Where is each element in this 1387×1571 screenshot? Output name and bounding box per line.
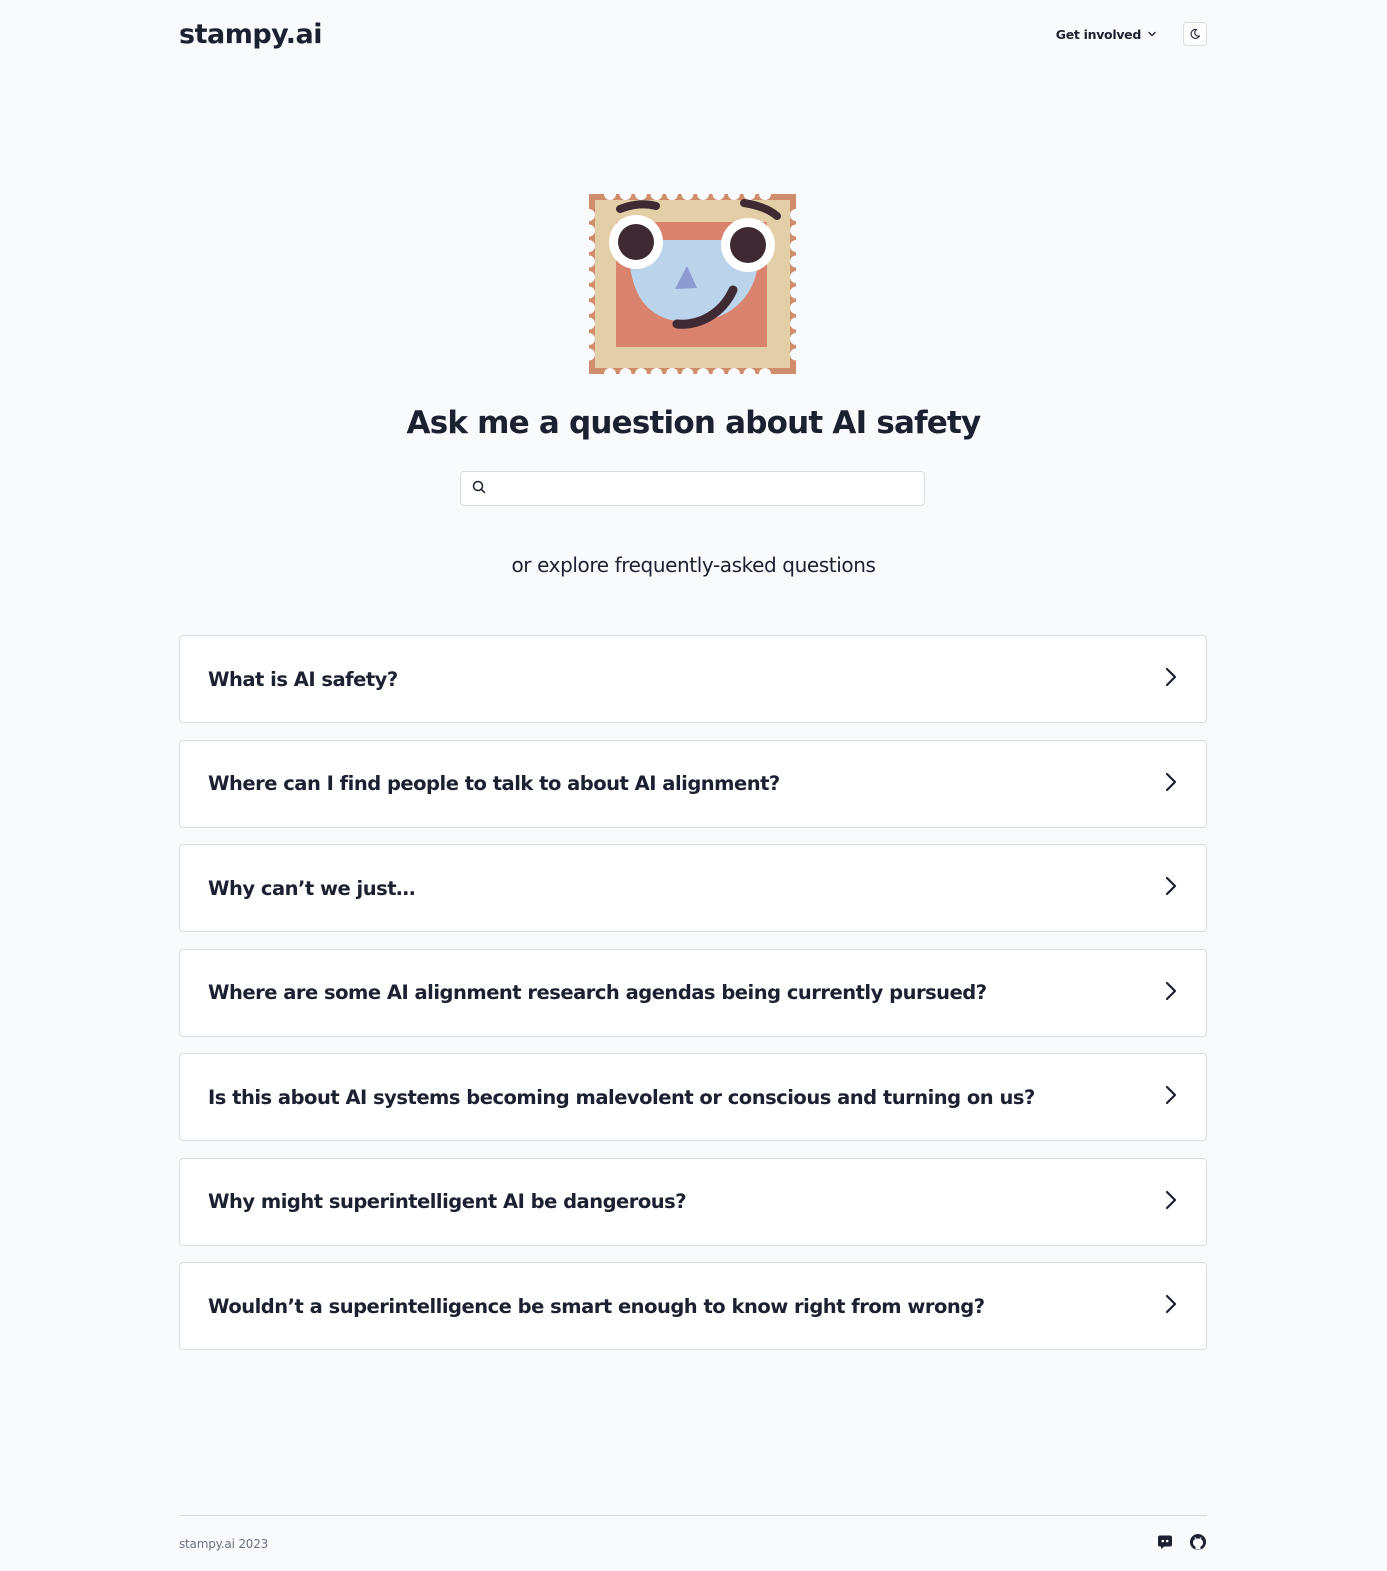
get-involved-menu[interactable]: Get involved [1056, 27, 1157, 42]
social-links [1157, 1533, 1207, 1555]
header-nav: Get involved [1056, 22, 1207, 46]
chevron-right-icon [1164, 980, 1178, 1006]
faq-question-label: Where are some AI alignment research age… [208, 981, 987, 1004]
site-header: stampy.ai Get involved [179, 0, 1207, 68]
chevron-right-icon [1164, 771, 1178, 797]
chevron-right-icon [1164, 666, 1178, 692]
faq-question-label: Wouldn’t a superintelligence be smart en… [208, 1294, 985, 1318]
stampy-mascot [589, 194, 796, 374]
site-footer: stampy.ai 2023 [179, 1515, 1207, 1571]
faq-question-label: What is AI safety? [208, 667, 398, 691]
faq-item[interactable]: Where are some AI alignment research age… [179, 948, 1207, 1037]
moon-icon [1189, 25, 1201, 44]
chevron-right-icon [1164, 1189, 1178, 1215]
faq-item[interactable]: Wouldn’t a superintelligence be smart en… [179, 1262, 1207, 1350]
copyright-text: stampy.ai 2023 [179, 1536, 269, 1551]
chevron-right-icon [1164, 1293, 1178, 1319]
search-icon [472, 479, 486, 498]
faq-item[interactable]: Where can I find people to talk to about… [179, 739, 1207, 828]
faq-question-label: Where can I find people to talk to about… [208, 772, 780, 795]
chevron-right-icon [1164, 1084, 1178, 1110]
faq-list: What is AI safety? Where can I find peopl… [179, 635, 1207, 1367]
faq-question-label: Why might superintelligent AI be dangero… [208, 1190, 687, 1213]
explore-subtitle: or explore frequently-asked questions [511, 553, 876, 577]
chevron-down-icon [1147, 27, 1157, 42]
discord-icon[interactable] [1157, 1534, 1173, 1554]
theme-toggle-button[interactable] [1183, 22, 1207, 46]
site-logo[interactable]: stampy.ai [179, 19, 323, 50]
get-involved-label: Get involved [1055, 26, 1142, 42]
faq-question-label: Is this about AI systems becoming malevo… [208, 1085, 1035, 1109]
search-input[interactable] [494, 472, 924, 505]
faq-question-label: Why can’t we just… [208, 876, 416, 900]
page-title: Ask me a question about AI safety [406, 405, 982, 441]
github-icon[interactable] [1189, 1533, 1207, 1555]
faq-item[interactable]: Why can’t we just… [179, 844, 1207, 932]
faq-item[interactable]: Is this about AI systems becoming malevo… [179, 1053, 1207, 1141]
chevron-right-icon [1164, 875, 1178, 901]
search-box[interactable] [460, 471, 925, 506]
faq-item[interactable]: Why might superintelligent AI be dangero… [179, 1157, 1207, 1246]
faq-item[interactable]: What is AI safety? [179, 635, 1207, 723]
